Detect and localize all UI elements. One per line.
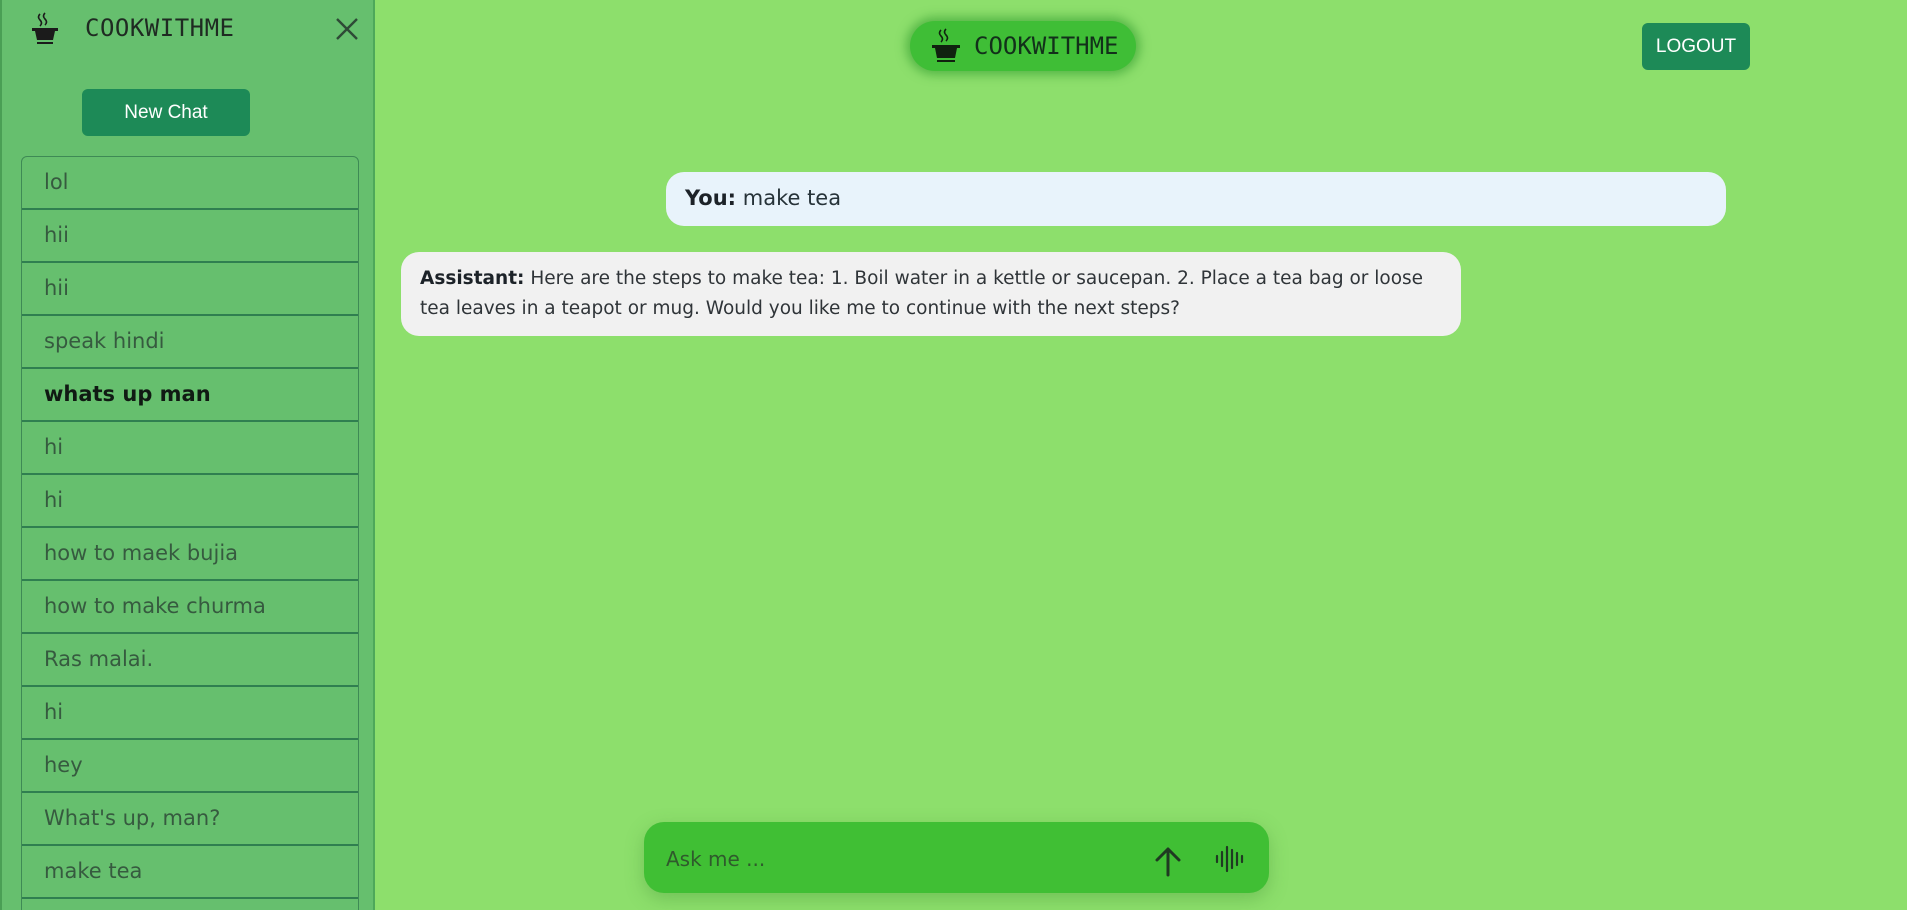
sidebar-title: COOKWITHME <box>85 14 235 42</box>
history-item[interactable]: how to make churma <box>22 581 358 634</box>
history-item[interactable]: speak hindi <box>22 316 358 369</box>
assistant-speaker-label: Assistant: <box>420 268 525 289</box>
brand-pill: COOKWITHME <box>910 21 1136 71</box>
new-chat-button[interactable]: New Chat <box>82 89 250 136</box>
history-item[interactable]: Ras malai. <box>22 634 358 687</box>
chat-input[interactable] <box>664 840 1108 878</box>
close-icon[interactable] <box>332 14 362 44</box>
steaming-pot-icon <box>932 28 960 62</box>
voice-waveform-icon[interactable] <box>1214 844 1246 874</box>
history-item-active[interactable]: whats up man <box>22 369 358 422</box>
history-item[interactable]: hi <box>22 475 358 528</box>
arrow-up-icon[interactable] <box>1152 844 1184 878</box>
history-item[interactable]: hii <box>22 210 358 263</box>
history-item[interactable]: lol <box>22 157 358 210</box>
history-item[interactable]: hi <box>22 899 358 910</box>
history-item[interactable]: hii <box>22 263 358 316</box>
steaming-pot-icon <box>32 12 58 44</box>
user-message-text: make tea <box>736 186 842 210</box>
chat-history-list: lol hii hii speak hindi whats up man hi … <box>21 156 359 910</box>
history-item[interactable]: how to maek bujia <box>22 528 358 581</box>
user-message: You: make tea <box>666 172 1726 226</box>
history-item[interactable]: make tea <box>22 846 358 899</box>
history-item[interactable]: hey <box>22 740 358 793</box>
history-item[interactable]: What's up, man? <box>22 793 358 846</box>
history-item[interactable]: hi <box>22 687 358 740</box>
logout-button[interactable]: LOGOUT <box>1642 23 1750 70</box>
brand-title: COOKWITHME <box>974 32 1119 60</box>
assistant-message: Assistant: Here are the steps to make te… <box>401 252 1461 336</box>
user-speaker-label: You: <box>685 186 737 210</box>
assistant-message-text: Here are the steps to make tea: 1. Boil … <box>420 268 1424 319</box>
sidebar: COOKWITHME New Chat lol hii hii speak hi… <box>0 0 375 910</box>
history-item[interactable]: hi <box>22 422 358 475</box>
